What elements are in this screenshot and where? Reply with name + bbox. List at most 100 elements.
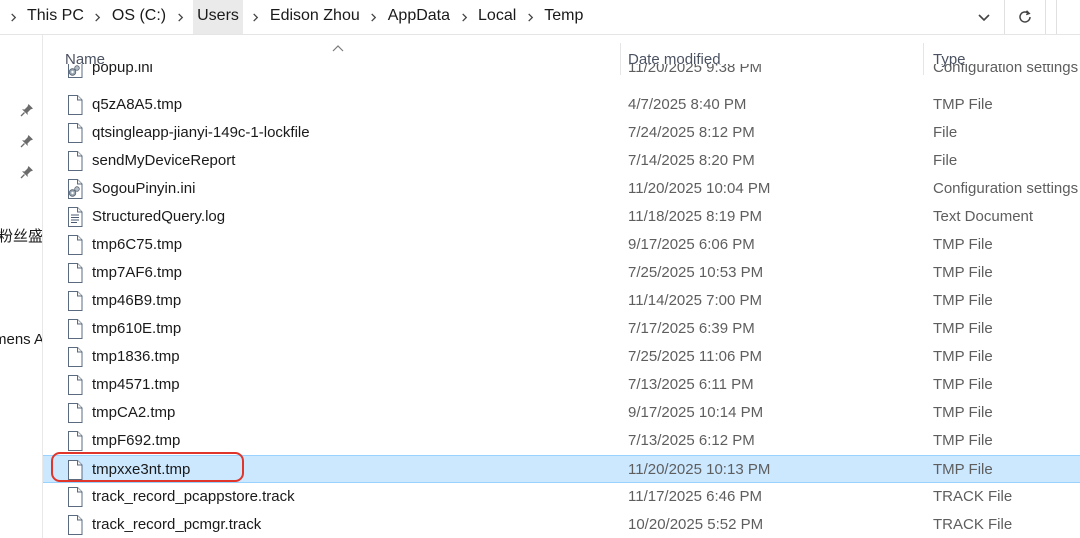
file-date-modified: 11/20/2025 10:13 PM: [628, 461, 771, 478]
file-name[interactable]: tmp1836.tmp: [92, 348, 180, 365]
file-name[interactable]: track_record_pcmgr.track: [92, 516, 261, 533]
pin-icon[interactable]: [20, 165, 34, 179]
file-row[interactable]: qtsingleapp-jianyi-149c-1-lockfile 7/24/2…: [43, 119, 1080, 147]
file-row[interactable]: SogouPinyin.ini 11/20/2025 10:04 PM Config…: [43, 175, 1080, 203]
refresh-icon[interactable]: [1004, 0, 1046, 34]
file-name[interactable]: tmp46B9.tmp: [92, 292, 181, 309]
chevron-right-icon[interactable]: [457, 0, 471, 34]
file-name[interactable]: sendMyDeviceReport: [92, 152, 235, 169]
file-type: File: [933, 152, 958, 169]
file-row[interactable]: tmp6C75.tmp 9/17/2025 6:06 PM TMP File: [43, 231, 1080, 259]
file-date-modified: 7/13/2025 6:12 PM: [628, 432, 755, 449]
chevron-right-icon[interactable]: [367, 0, 381, 34]
file-type: File: [933, 124, 958, 141]
chevron-right-icon[interactable]: [173, 0, 187, 34]
file-row[interactable]: tmp610E.tmp 7/17/2025 6:39 PM TMP File: [43, 315, 1080, 343]
file-row[interactable]: popup.ini 11/20/2025 9:38 PM Configuration…: [43, 64, 1080, 82]
nav-item-cut[interactable]: 粉丝盛: [0, 225, 42, 246]
pin-icon[interactable]: [20, 103, 34, 117]
file-type: TMP File: [933, 461, 993, 478]
file-name[interactable]: tmpCA2.tmp: [92, 404, 175, 421]
blank-file-icon: [66, 291, 84, 311]
file-row[interactable]: q5zA8A5.tmp 4/7/2025 8:40 PM TMP File: [43, 91, 1080, 119]
pin-icon[interactable]: [20, 134, 34, 148]
chevron-right-icon[interactable]: [6, 0, 20, 34]
file-row[interactable]: tmpCA2.tmp 9/17/2025 10:14 PM TMP File: [43, 399, 1080, 427]
breadcrumb-local[interactable]: Local: [477, 0, 517, 34]
sort-ascending-icon: [332, 39, 344, 52]
breadcrumb-os-c[interactable]: OS (C:): [111, 0, 167, 34]
file-type: TMP File: [933, 376, 993, 393]
file-type: TMP File: [933, 236, 993, 253]
file-type: TMP File: [933, 404, 993, 421]
blank-file-icon: [66, 431, 84, 451]
ini-file-icon: [66, 64, 84, 78]
file-explorer-window: This PC OS (C:) Users Edison Zhou AppDat…: [0, 0, 1080, 538]
file-name[interactable]: tmp610E.tmp: [92, 320, 181, 337]
file-row[interactable]: tmp7AF6.tmp 7/25/2025 10:53 PM TMP File: [43, 259, 1080, 287]
file-type: Configuration settings: [933, 64, 1079, 76]
file-name[interactable]: qtsingleapp-jianyi-149c-1-lockfile: [92, 124, 310, 141]
file-type: TMP File: [933, 320, 993, 337]
address-bar[interactable]: This PC OS (C:) Users Edison Zhou AppDat…: [0, 0, 1080, 35]
breadcrumb-temp[interactable]: Temp: [543, 0, 584, 34]
breadcrumb-users[interactable]: Users: [193, 0, 243, 34]
file-name[interactable]: SogouPinyin.ini: [92, 180, 195, 197]
file-name[interactable]: tmp7AF6.tmp: [92, 264, 182, 281]
blank-file-icon: [66, 375, 84, 395]
file-row-selected[interactable]: tmpxxe3nt.tmp 11/20/2025 10:13 PM TMP File: [43, 455, 1080, 483]
file-date-modified: 7/14/2025 8:20 PM: [628, 152, 755, 169]
file-row[interactable]: tmp1836.tmp 7/25/2025 11:06 PM TMP File: [43, 343, 1080, 371]
file-row[interactable]: track_record_pcappstore.track 11/17/2025 …: [43, 483, 1080, 511]
chevron-down-icon[interactable]: [968, 2, 1000, 32]
blank-file-icon: [66, 235, 84, 255]
file-row[interactable]: tmpF692.tmp 7/13/2025 6:12 PM TMP File: [43, 427, 1080, 455]
file-name[interactable]: q5zA8A5.tmp: [92, 96, 182, 113]
blank-file-icon: [66, 487, 84, 507]
ini-file-icon: [66, 179, 84, 199]
breadcrumb: This PC OS (C:) Users Edison Zhou AppDat…: [0, 0, 584, 34]
blank-file-icon: [66, 460, 84, 480]
navigation-pane: 粉丝盛 mens A: [0, 35, 43, 538]
file-date-modified: 7/25/2025 10:53 PM: [628, 264, 764, 281]
blank-file-icon: [66, 151, 84, 171]
blank-file-icon: [66, 515, 84, 535]
file-date-modified: 11/18/2025 8:19 PM: [628, 208, 762, 225]
chevron-right-icon[interactable]: [523, 0, 537, 34]
file-type: TRACK File: [933, 488, 1013, 505]
blank-file-icon: [66, 403, 84, 423]
file-row[interactable]: tmp4571.tmp 7/13/2025 6:11 PM TMP File: [43, 371, 1080, 399]
chevron-right-icon[interactable]: [249, 0, 263, 34]
chevron-right-icon[interactable]: [91, 0, 105, 34]
blank-file-icon: [66, 347, 84, 367]
file-type: TMP File: [933, 348, 993, 365]
blank-file-icon: [66, 123, 84, 143]
breadcrumb-appdata[interactable]: AppData: [387, 0, 451, 34]
file-row[interactable]: tmp46B9.tmp 11/14/2025 7:00 PM TMP File: [43, 287, 1080, 315]
file-name[interactable]: tmp6C75.tmp: [92, 236, 182, 253]
file-type: TRACK File: [933, 516, 1013, 533]
breadcrumb-this-pc[interactable]: This PC: [26, 0, 85, 34]
file-row[interactable]: sendMyDeviceReport 7/14/2025 8:20 PM File: [43, 147, 1080, 175]
text-file-icon: [66, 207, 84, 227]
file-row[interactable]: track_record_pcmgr.track 10/20/2025 5:52 …: [43, 511, 1080, 538]
file-name[interactable]: tmpxxe3nt.tmp: [92, 461, 190, 478]
file-name[interactable]: track_record_pcappstore.track: [92, 488, 295, 505]
file-name[interactable]: StructuredQuery.log: [92, 208, 225, 225]
file-date-modified: 7/24/2025 8:12 PM: [628, 124, 755, 141]
file-row[interactable]: StructuredQuery.log 11/18/2025 8:19 PM Tex…: [43, 203, 1080, 231]
file-date-modified: 11/17/2025 6:46 PM: [628, 488, 762, 505]
blank-file-icon: [66, 263, 84, 283]
file-name[interactable]: tmp4571.tmp: [92, 376, 180, 393]
blank-file-icon: [66, 95, 84, 115]
file-name[interactable]: tmpF692.tmp: [92, 432, 180, 449]
file-date-modified: 11/14/2025 7:00 PM: [628, 292, 762, 309]
file-date-modified: 10/20/2025 5:52 PM: [628, 516, 764, 533]
file-date-modified: 7/17/2025 6:39 PM: [628, 320, 755, 337]
file-date-modified: 9/17/2025 6:06 PM: [628, 236, 755, 253]
breadcrumb-edison-zhou[interactable]: Edison Zhou: [269, 0, 361, 34]
nav-item-cut[interactable]: mens A: [0, 331, 42, 348]
file-name[interactable]: popup.ini: [92, 64, 153, 76]
file-type: Configuration settings: [933, 180, 1079, 197]
search-box[interactable]: [1056, 0, 1080, 34]
